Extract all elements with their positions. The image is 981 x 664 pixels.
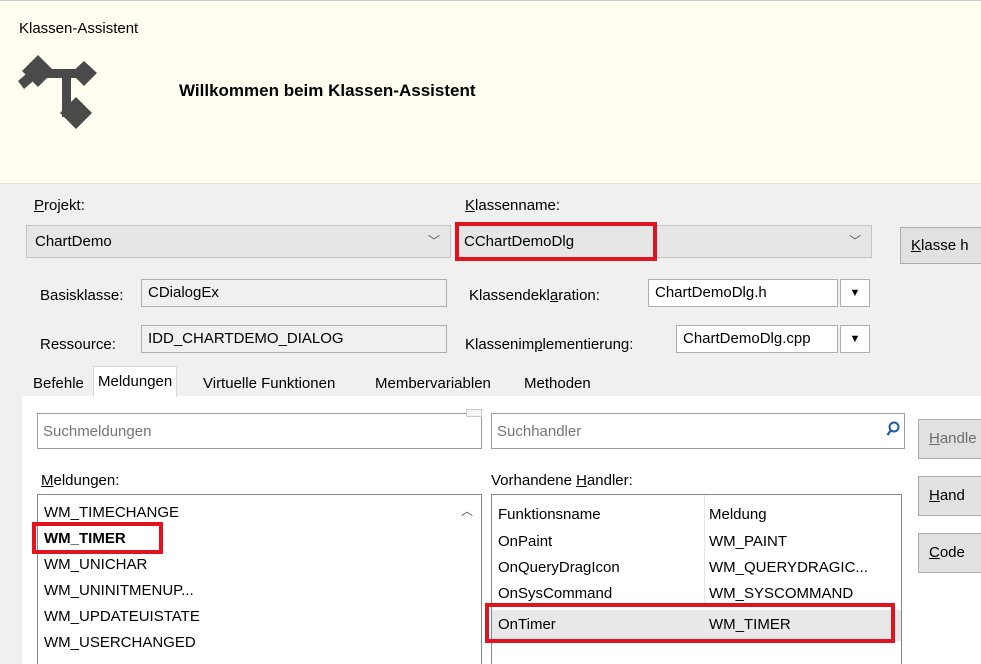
chevron-down-icon: ﹀ bbox=[427, 234, 440, 248]
klassendeklaration-label: Klassendeklaration: bbox=[469, 287, 600, 304]
wizard-heading: Willkommen beim Klassen-Assistent bbox=[179, 81, 476, 100]
list-item[interactable]: WM_UNINITMENUP... bbox=[44, 582, 194, 599]
klassenname-label: Klassenname: bbox=[465, 197, 561, 214]
column-header-funktionsname[interactable]: Funktionsname bbox=[498, 506, 601, 523]
projekt-label: Projekt: bbox=[34, 197, 85, 214]
tab-virtuelle-funktionen[interactable]: Virtuelle Funktionen bbox=[202, 372, 336, 396]
basisklasse-label: Basisklasse: bbox=[40, 287, 124, 304]
klassendeklaration-field[interactable]: ChartDemoDlg.h bbox=[648, 279, 838, 307]
klassenimplementierung-field[interactable]: ChartDemoDlg.cpp bbox=[676, 325, 838, 353]
handler-hinzufuegen-button[interactable]: Handle bbox=[918, 419, 981, 459]
handler-button[interactable]: Hand bbox=[918, 476, 981, 516]
class-wizard-icon bbox=[18, 55, 97, 129]
chevron-down-icon: ﹀ bbox=[848, 234, 861, 248]
dropdown-arrow-icon: ▼ bbox=[849, 287, 861, 299]
window-title: Klassen-Assistent bbox=[19, 20, 139, 37]
list-item[interactable]: WM_UNICHAR bbox=[44, 556, 147, 573]
ressource-label: Ressource: bbox=[40, 336, 116, 353]
handler-name[interactable]: OnPaint bbox=[498, 533, 552, 550]
highlight-wm-timer-message bbox=[32, 522, 163, 554]
column-divider bbox=[704, 495, 705, 607]
top-border bbox=[0, 0, 981, 1]
basisklasse-field: CDialogEx bbox=[141, 279, 447, 307]
projekt-value: ChartDemo bbox=[35, 233, 112, 250]
klasse-hinzufuegen-button[interactable]: Klasse h bbox=[900, 227, 981, 264]
highlight-ontimer-row bbox=[485, 603, 895, 643]
messages-label: Meldungen: bbox=[41, 472, 120, 489]
ressource-field: IDD_CHARTDEMO_DIALOG bbox=[141, 325, 447, 353]
list-item[interactable]: WM_TIMECHANGE bbox=[44, 504, 179, 521]
handler-message[interactable]: WM_QUERYDRAGIC... bbox=[709, 559, 868, 576]
handler-message[interactable]: WM_SYSCOMMAND bbox=[709, 585, 853, 602]
resize-grip bbox=[466, 409, 482, 417]
klassenimplementierung-dropdown-button[interactable]: ▼ bbox=[840, 325, 870, 353]
handlers-label: Vorhandene Handler: bbox=[491, 472, 633, 489]
search-messages-input[interactable] bbox=[37, 413, 482, 449]
handler-name[interactable]: OnSysCommand bbox=[498, 585, 612, 602]
highlight-klassenname bbox=[455, 222, 657, 261]
klassenimplementierung-label: Klassenimplementierung: bbox=[465, 336, 634, 353]
tab-membervariablen[interactable]: Membervariablen bbox=[374, 372, 492, 396]
scroll-up-icon[interactable]: ︿ bbox=[461, 502, 473, 519]
tab-meldungen[interactable]: Meldungen bbox=[93, 366, 178, 397]
list-item[interactable]: WM_UPDATEUISTATE bbox=[44, 608, 200, 625]
tab-befehle[interactable]: Befehle bbox=[32, 372, 85, 396]
handler-message[interactable]: WM_PAINT bbox=[709, 533, 787, 550]
projekt-combo[interactable]: ChartDemo ﹀ bbox=[26, 225, 451, 258]
klassendeklaration-dropdown-button[interactable]: ▼ bbox=[840, 279, 870, 307]
search-icon[interactable] bbox=[886, 421, 900, 437]
tab-methoden[interactable]: Methoden bbox=[523, 372, 592, 396]
dropdown-arrow-icon: ▼ bbox=[849, 333, 861, 345]
handler-name[interactable]: OnQueryDragIcon bbox=[498, 559, 620, 576]
list-item[interactable]: WM_USERCHANGED bbox=[44, 634, 196, 651]
search-handlers-input[interactable] bbox=[491, 413, 905, 449]
column-header-meldung[interactable]: Meldung bbox=[709, 506, 767, 523]
messages-list[interactable]: WM_TIMECHANGE WM_TIMER WM_UNICHAR WM_UNI… bbox=[37, 494, 482, 664]
code-button[interactable]: Code bbox=[918, 533, 981, 573]
